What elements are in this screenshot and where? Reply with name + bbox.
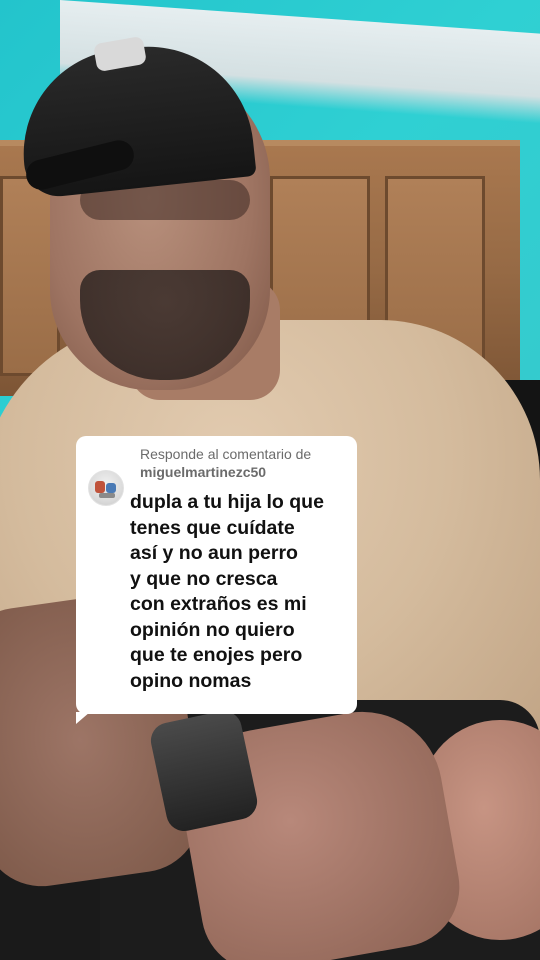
video-frame[interactable]: Responde al comentario de miguelmartinez… (0, 0, 540, 960)
avatar-detail (99, 493, 115, 498)
avatar-detail (106, 483, 116, 493)
avatar-detail (95, 481, 105, 493)
commenter-avatar-icon[interactable] (88, 470, 124, 506)
comment-reply-sticker[interactable]: Responde al comentario de miguelmartinez… (76, 436, 357, 724)
comment-text: dupla a tu hija lo que tenes que cuídate… (130, 491, 324, 692)
reply-header-label: Responde al comentario de (140, 446, 312, 462)
commenter-username[interactable]: miguelmartinezc50 (140, 464, 345, 480)
reply-header: Responde al comentario de miguelmartinez… (86, 446, 345, 480)
